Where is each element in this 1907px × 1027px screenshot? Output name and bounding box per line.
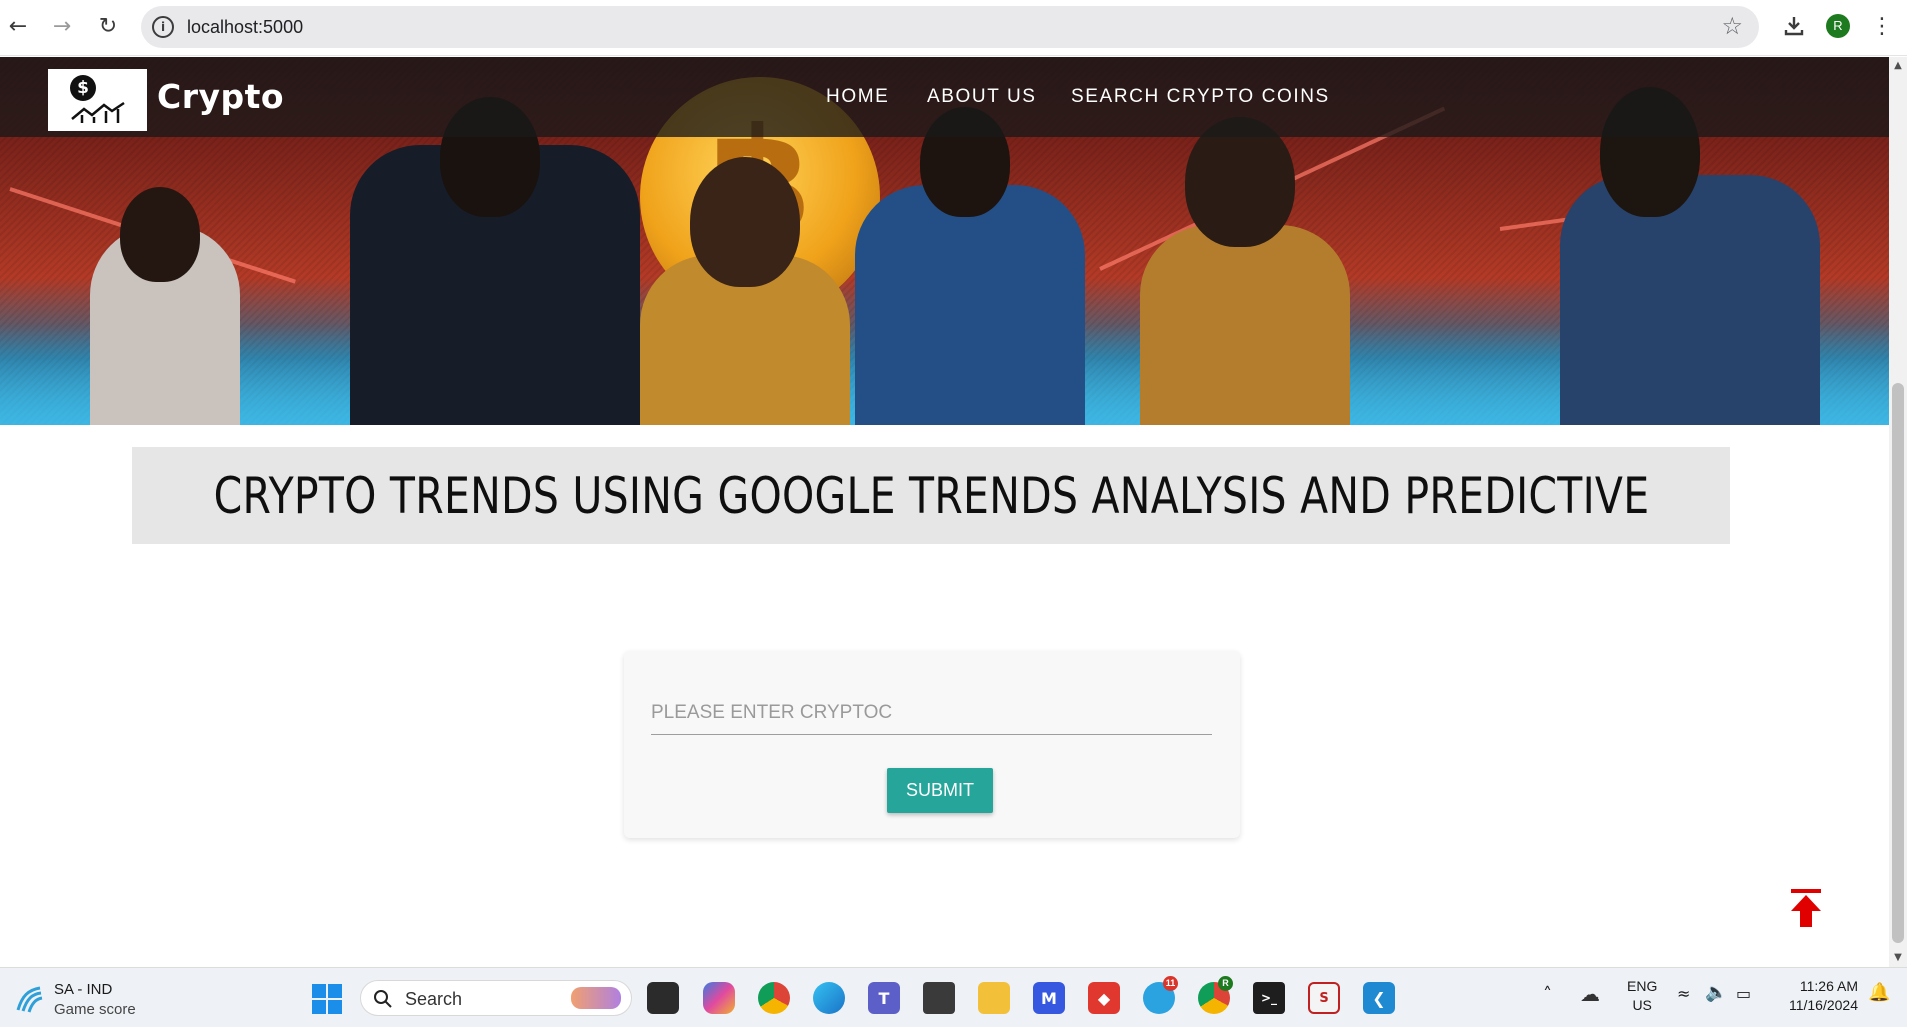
search-form-card: SUBMIT bbox=[624, 651, 1240, 838]
submit-button[interactable]: SUBMIT bbox=[887, 768, 993, 813]
reload-icon[interactable]: ↻ bbox=[94, 12, 122, 40]
person-head-image bbox=[690, 157, 800, 287]
chrome-icon[interactable] bbox=[758, 982, 790, 1014]
url-text[interactable]: localhost:5000 bbox=[187, 17, 303, 38]
notification-bell-icon[interactable]: 🔔 bbox=[1868, 982, 1890, 1003]
star-icon[interactable]: ☆ bbox=[1721, 12, 1743, 40]
page-scrollbar[interactable]: ▲ ▼ bbox=[1889, 57, 1907, 967]
person-image bbox=[1140, 225, 1350, 425]
chrome-profile-badge: R bbox=[1218, 976, 1233, 991]
clock-date: 11/16/2024 bbox=[1788, 997, 1858, 1013]
task-view-icon[interactable] bbox=[647, 982, 679, 1014]
widget-subtitle[interactable]: Game score bbox=[54, 1001, 136, 1018]
file-explorer-icon[interactable] bbox=[978, 982, 1010, 1014]
nav-about-us[interactable]: ABOUT US bbox=[927, 86, 1037, 108]
brand-name[interactable]: Crypto bbox=[157, 77, 284, 116]
wifi-icon[interactable]: ≈ bbox=[1677, 984, 1690, 1003]
page-title: CRYPTO TRENDS USING GOOGLE TRENDS ANALYS… bbox=[213, 466, 1649, 525]
search-icon bbox=[374, 990, 392, 1008]
person-image bbox=[855, 185, 1085, 425]
page-title-banner: CRYPTO TRENDS USING GOOGLE TRENDS ANALYS… bbox=[132, 447, 1730, 544]
download-icon[interactable] bbox=[1780, 12, 1808, 40]
browser-toolbar: ← → ↻ i localhost:5000 ☆ R ⋮ bbox=[0, 0, 1907, 56]
onedrive-icon[interactable]: ☁ bbox=[1580, 982, 1600, 1006]
hero-banner: ฿ $ Crypto HOME ABOUT US SEARCH bbox=[0, 57, 1889, 425]
windows-start-icon[interactable] bbox=[312, 984, 342, 1014]
scroll-up-icon[interactable]: ▲ bbox=[1889, 57, 1907, 75]
scroll-down-icon[interactable]: ▼ bbox=[1889, 949, 1907, 967]
taskbar-search[interactable]: Search bbox=[360, 980, 632, 1016]
profile-initial: R bbox=[1826, 14, 1850, 38]
chrome-profile-icon[interactable]: R bbox=[1198, 976, 1233, 1014]
paint-app-icon[interactable]: S bbox=[1308, 982, 1340, 1014]
language-indicator[interactable]: ENG US bbox=[1627, 978, 1657, 1013]
crypto-coin-input[interactable] bbox=[651, 691, 1212, 735]
address-bar[interactable]: i localhost:5000 ☆ bbox=[141, 6, 1759, 48]
language-code: ENG bbox=[1627, 978, 1658, 994]
edge-icon[interactable] bbox=[813, 982, 845, 1014]
person-image bbox=[1560, 175, 1820, 425]
trend-chart-icon bbox=[71, 101, 125, 123]
logo[interactable]: $ bbox=[48, 69, 147, 131]
info-icon[interactable]: i bbox=[152, 16, 174, 38]
scroll-thumb[interactable] bbox=[1892, 383, 1904, 943]
app-cube-icon[interactable] bbox=[923, 982, 955, 1014]
dollar-icon: $ bbox=[70, 75, 96, 101]
site-navbar: $ Crypto HOME ABOUT US SEARCH CRYPTO COI… bbox=[0, 57, 1889, 137]
volume-icon[interactable]: 🔈 bbox=[1705, 982, 1727, 1003]
page-viewport: ฿ $ Crypto HOME ABOUT US SEARCH bbox=[0, 57, 1889, 967]
vscode-icon[interactable]: ❮ bbox=[1363, 982, 1395, 1014]
clock[interactable]: 11:26 AM 11/16/2024 bbox=[1778, 978, 1858, 1013]
taskbar-search-label: Search bbox=[405, 989, 463, 1009]
chevron-up-icon[interactable]: ˄ bbox=[1543, 984, 1552, 1005]
nav-search-crypto-coins[interactable]: SEARCH CRYPTO COINS bbox=[1071, 86, 1330, 108]
telegram-icon[interactable]: 11 bbox=[1143, 976, 1178, 1014]
region-code: US bbox=[1632, 997, 1652, 1013]
notes-app-icon[interactable]: M bbox=[1033, 982, 1065, 1014]
forward-icon[interactable]: → bbox=[48, 12, 76, 40]
person-head-image bbox=[120, 187, 200, 282]
menu-dots-icon[interactable]: ⋮ bbox=[1870, 12, 1894, 40]
widget-title[interactable]: SA - IND bbox=[54, 981, 112, 998]
cricket-weather-icon[interactable] bbox=[14, 984, 44, 1014]
copilot-icon[interactable] bbox=[703, 982, 735, 1014]
os-taskbar: SA - IND Game score Search T M ◆ 11 R >_… bbox=[0, 967, 1907, 1027]
git-app-icon[interactable]: ◆ bbox=[1088, 982, 1120, 1014]
back-to-top-icon[interactable] bbox=[1789, 889, 1823, 929]
profile-avatar[interactable]: R bbox=[1824, 12, 1852, 40]
back-icon[interactable]: ← bbox=[4, 12, 32, 40]
battery-icon[interactable]: ▭ bbox=[1736, 984, 1751, 1003]
telegram-badge: 11 bbox=[1163, 976, 1178, 991]
nav-home[interactable]: HOME bbox=[826, 86, 889, 108]
search-highlight-icon bbox=[571, 987, 621, 1009]
terminal-icon[interactable]: >_ bbox=[1253, 982, 1285, 1014]
teams-icon[interactable]: T bbox=[868, 982, 900, 1014]
clock-time: 11:26 AM bbox=[1799, 978, 1858, 994]
